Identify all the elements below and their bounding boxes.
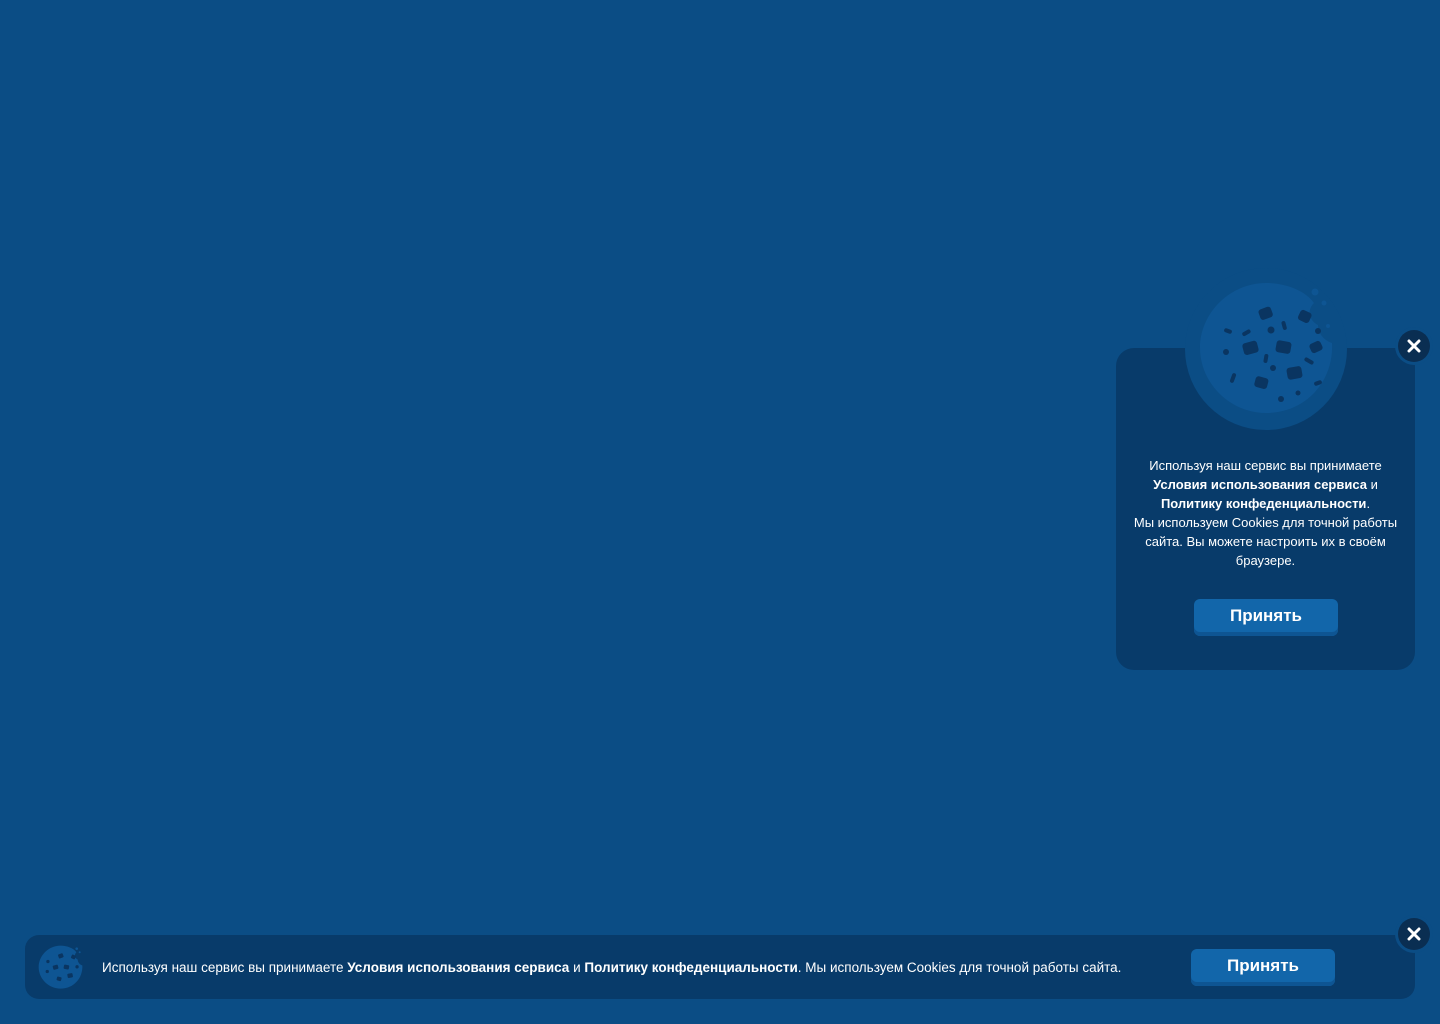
close-icon bbox=[1407, 927, 1421, 941]
cookie-popup-icon-wrap bbox=[1185, 268, 1347, 430]
popup-text-period: . bbox=[1366, 496, 1371, 511]
cookie-icon bbox=[38, 945, 83, 989]
popup-text-conj: и bbox=[1370, 477, 1378, 492]
popup-close-button[interactable] bbox=[1395, 327, 1433, 365]
bar-accept-button[interactable]: Принять bbox=[1191, 949, 1335, 986]
bar-text-conj: и bbox=[573, 960, 581, 975]
cookie-icon bbox=[1200, 283, 1333, 413]
popup-consent-text: Используя наш сервис вы принимаете Услов… bbox=[1128, 456, 1403, 570]
bar-text-intro: Используя наш сервис вы принимаете bbox=[102, 960, 344, 975]
bar-consent-text: Используя наш сервис вы принимаете Услов… bbox=[102, 958, 1121, 977]
bar-close-button[interactable] bbox=[1395, 915, 1433, 953]
popup-accept-button[interactable]: Принять bbox=[1194, 599, 1338, 636]
popup-terms-link[interactable]: Условия использования сервиса bbox=[1153, 477, 1367, 492]
popup-text-intro: Используя наш сервис вы принимаете bbox=[1149, 458, 1382, 473]
popup-privacy-link[interactable]: Политику конфеденциальности bbox=[1161, 496, 1367, 511]
popup-text-cookies: Мы используем Cookies для точной работы … bbox=[1133, 515, 1398, 568]
bar-privacy-link[interactable]: Политику конфеденциальности bbox=[584, 960, 797, 975]
bar-terms-link[interactable]: Условия использования сервиса bbox=[347, 960, 569, 975]
close-icon bbox=[1407, 339, 1421, 353]
bar-text-cookies: . Мы используем Cookies для точной работ… bbox=[797, 960, 1122, 975]
